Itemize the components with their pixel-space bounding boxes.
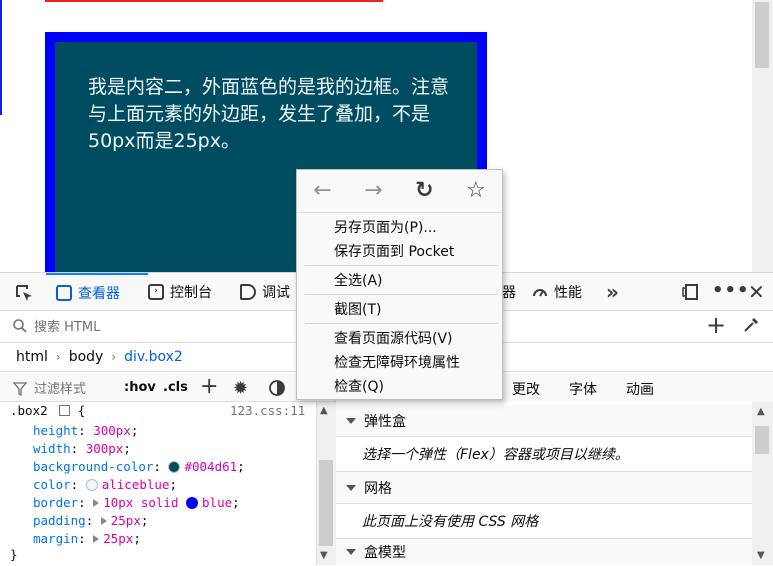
declaration-background-color[interactable]: background-color: #004d61; <box>33 458 245 476</box>
add-rule-icon[interactable]: + <box>200 374 218 399</box>
collapse-triangle-icon <box>346 484 356 491</box>
debugger-icon <box>240 283 256 300</box>
box-model-section-header[interactable]: 盒模型 <box>336 539 752 565</box>
menu-inspect[interactable]: 检查(Q) <box>297 374 502 398</box>
breadcrumb-separator-icon: › <box>111 350 117 364</box>
inspector-icon <box>56 284 72 301</box>
menu-save-to-pocket[interactable]: 保存页面到 Pocket <box>297 239 502 263</box>
declaration-width[interactable]: width: 300px; <box>33 440 131 458</box>
box1-bottom-border <box>45 0 383 2</box>
declaration-border[interactable]: border: 10px solid blue; <box>33 494 240 512</box>
css-rules-panel: .box2 { 123.css:11 height: 300px; width:… <box>0 402 316 565</box>
scroll-up-icon[interactable]: ▲ <box>320 405 328 416</box>
close-devtools-icon[interactable]: ✕ <box>748 280 765 304</box>
tab-inspector[interactable]: 查看器 <box>46 273 148 310</box>
breadcrumb-html[interactable]: html <box>16 349 48 365</box>
tab-performance-label: 性能 <box>554 284 582 301</box>
dark-scheme-icon[interactable] <box>269 380 285 396</box>
context-menu-nav: ← → ↻ ☆ <box>297 170 502 213</box>
breadcrumb-body[interactable]: body <box>69 349 104 365</box>
tab-network-label: 器 <box>502 284 516 301</box>
flexbox-section-body: 选择一个弹性（Flex）容器或项目以继续。 <box>336 437 752 472</box>
collapse-triangle-icon <box>346 417 356 424</box>
flexbox-section-title: 弹性盒 <box>364 413 406 430</box>
declaration-padding[interactable]: padding: 25px; <box>33 512 148 530</box>
declaration-color[interactable]: color: aliceblue; <box>33 476 177 494</box>
box-model-section-title: 盒模型 <box>364 545 406 561</box>
expand-triangle-icon[interactable] <box>100 517 107 525</box>
reload-icon[interactable]: ↻ <box>415 180 433 202</box>
tab-performance[interactable]: 性能 <box>532 273 602 310</box>
tab-changes[interactable]: 更改 <box>512 379 540 399</box>
scroll-down-icon[interactable]: ▼ <box>320 550 328 561</box>
filter-styles-input[interactable] <box>32 379 124 399</box>
color-swatch-icon[interactable] <box>186 497 199 509</box>
tab-network[interactable]: 器 <box>502 273 522 310</box>
expand-triangle-icon[interactable] <box>93 499 100 507</box>
highlight-elements-icon[interactable] <box>59 405 71 416</box>
rule-selector[interactable]: .box2 { <box>10 402 85 420</box>
flexbox-section-header[interactable]: 弹性盒 <box>336 405 752 437</box>
declaration-margin[interactable]: margin: 25px; <box>33 530 141 548</box>
menu-select-all[interactable]: 全选(A) <box>297 268 502 292</box>
more-options-icon[interactable]: ••• <box>712 280 750 301</box>
breadcrumb-div-box2[interactable]: div.box2 <box>124 349 183 365</box>
bookmark-star-icon[interactable]: ☆ <box>466 180 486 202</box>
hover-states-toggle[interactable]: :hov <box>124 380 156 395</box>
menu-save-page-as[interactable]: 另存页面为(P)... <box>297 215 502 239</box>
expand-triangle-icon[interactable] <box>93 535 100 543</box>
box2-content-text: 我是内容二，外面蓝色的是我的边框。注意与上面元素的外边距，发生了叠加，不是50p… <box>88 76 450 152</box>
light-scheme-icon[interactable]: ✹ <box>233 378 248 399</box>
classes-toggle[interactable]: .cls <box>163 380 188 395</box>
tab-animations[interactable]: 动画 <box>626 379 654 399</box>
grid-section-header[interactable]: 网格 <box>336 472 752 504</box>
rule-close-brace: } <box>10 547 18 562</box>
breadcrumb-separator-icon: › <box>55 350 61 364</box>
scroll-up-icon[interactable]: ▲ <box>757 406 765 417</box>
tab-console-label: 控制台 <box>170 284 212 301</box>
tab-console[interactable]: › 控制台 <box>148 273 234 310</box>
forward-arrow-icon[interactable]: → <box>364 180 382 202</box>
tab-debugger[interactable]: 调试 <box>240 273 300 310</box>
dock-side-icon[interactable] <box>682 283 700 301</box>
add-node-icon[interactable]: + <box>706 313 726 337</box>
grid-section-body: 此页面上没有使用 CSS 网格 <box>336 504 752 539</box>
search-icon <box>12 318 28 334</box>
performance-icon <box>532 284 548 300</box>
page-left-edge <box>0 0 2 115</box>
tab-debugger-label: 调试 <box>262 284 290 301</box>
declaration-height[interactable]: height: 300px; <box>33 422 138 440</box>
menu-separator <box>305 294 498 295</box>
tab-inspector-label: 查看器 <box>78 285 120 302</box>
tab-fonts[interactable]: 字体 <box>569 379 597 399</box>
filter-icon <box>12 382 28 397</box>
rules-scrollbar-thumb[interactable] <box>319 460 333 546</box>
grid-section-title: 网格 <box>364 480 392 497</box>
menu-separator <box>305 265 498 266</box>
eyedropper-icon[interactable] <box>742 316 760 334</box>
color-swatch-icon[interactable] <box>85 479 98 491</box>
element-picker-icon[interactable] <box>14 283 34 303</box>
scroll-down-icon[interactable]: ▼ <box>757 550 765 561</box>
color-swatch-icon[interactable] <box>168 461 181 473</box>
rule-source-link[interactable]: 123.css:11 <box>230 402 305 420</box>
more-tools-chevron-icon[interactable]: » <box>606 280 619 304</box>
page-scrollbar-thumb[interactable] <box>755 2 769 68</box>
menu-screenshot[interactable]: 截图(T) <box>297 297 502 321</box>
console-icon: › <box>148 283 164 300</box>
menu-inspect-accessibility[interactable]: 检查无障碍环境属性 <box>297 350 502 374</box>
collapse-triangle-icon <box>346 549 356 555</box>
menu-separator <box>305 323 498 324</box>
menu-view-source[interactable]: 查看页面源代码(V) <box>297 326 502 350</box>
layout-scrollbar-thumb[interactable] <box>755 426 769 454</box>
back-arrow-icon[interactable]: ← <box>313 180 331 202</box>
